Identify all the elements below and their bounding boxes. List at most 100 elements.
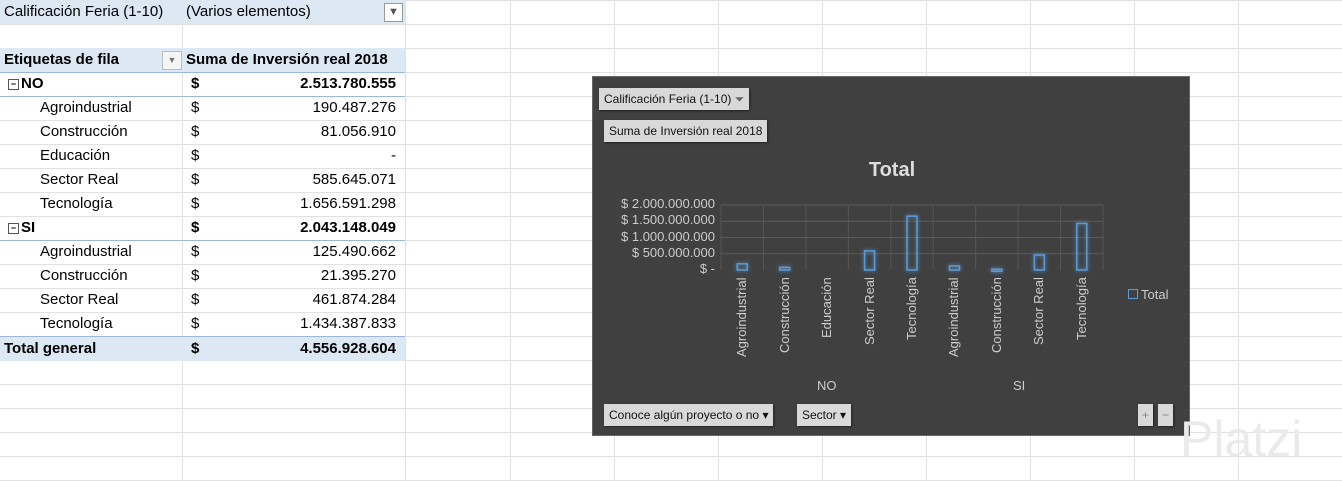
table-row: Construcción $81.056.910: [0, 120, 405, 144]
legend: Total: [1128, 287, 1168, 302]
pivot-header: Etiquetas de fila ▼ Suma de Inversión re…: [0, 48, 405, 73]
group-row: − NO $2.513.780.555: [0, 72, 405, 97]
column-gridline: [405, 0, 406, 481]
currency: $: [191, 340, 200, 357]
row-label[interactable]: − SI: [8, 216, 35, 240]
x-tick-label: Sector Real: [1031, 277, 1047, 345]
row-value: 1.656.591.298: [300, 195, 396, 212]
axis-field-label: Conoce algún proyecto o no: [609, 408, 760, 422]
x-tick-label: Tecnología: [1073, 277, 1089, 340]
group-label-no: NO: [817, 378, 837, 393]
row-label-text: Sector Real: [40, 171, 119, 188]
total-label: Total general: [4, 340, 97, 357]
bar[interactable]: [906, 215, 918, 271]
row-label[interactable]: − NO: [8, 72, 44, 96]
pivot-chart[interactable]: Calificación Feria (1-10) ⏷ Suma de Inve…: [592, 76, 1190, 436]
row-label-text: Tecnología: [40, 315, 113, 332]
platzi-watermark: Platzi: [1180, 411, 1303, 467]
group-label-si: SI: [1013, 378, 1026, 393]
table-row: Construcción $21.395.270: [0, 264, 405, 288]
row-value: 2.513.780.555: [300, 75, 396, 92]
row-label: Agroindustrial: [40, 240, 132, 264]
row-value: 81.056.910: [320, 123, 396, 140]
row-value: 190.487.276: [312, 99, 396, 116]
bar[interactable]: [1033, 254, 1046, 271]
dropdown-icon[interactable]: ▼: [162, 51, 182, 70]
table-row: Sector Real $461.874.284: [0, 288, 405, 312]
table-row: Agroindustrial $125.490.662: [0, 240, 405, 264]
column-gridline: [1238, 0, 1239, 481]
row-label-text: NO: [21, 75, 44, 92]
row-label: Sector Real: [40, 288, 118, 312]
collapse-button[interactable]: −: [1158, 404, 1174, 426]
x-tick-label: Construcción: [988, 277, 1004, 353]
legend-swatch-icon: [1128, 289, 1138, 299]
expand-button[interactable]: +: [1138, 404, 1154, 426]
x-tick-label: Sector Real: [861, 277, 877, 345]
currency: $: [191, 243, 200, 260]
group-row: − SI $2.043.148.049: [0, 216, 405, 241]
row-value: 1.434.387.833: [300, 315, 396, 332]
axis-field-button-conoce[interactable]: Conoce algún proyecto o no ▾: [604, 404, 774, 426]
collapse-icon[interactable]: −: [8, 79, 19, 90]
row-label-text: Sector Real: [40, 291, 119, 308]
row-label-text: SI: [21, 219, 36, 236]
currency: $: [191, 219, 200, 236]
axis-field-label: Sector: [802, 408, 837, 422]
y-tick-label: $ 2.000.000.000: [621, 196, 715, 211]
bar[interactable]: [948, 265, 961, 271]
row-label: Sector Real: [40, 168, 118, 192]
report-filter: Calificación Feria (1-10) (Varios elemen…: [0, 0, 405, 24]
table-row: Sector Real $585.645.071: [0, 168, 405, 192]
row-value: 585.645.071: [312, 171, 396, 188]
currency: $: [191, 195, 200, 212]
row-label: Construcción: [40, 264, 128, 288]
legend-label: Total: [1141, 287, 1169, 302]
column-gridline: [510, 0, 511, 481]
x-tick-label: Agroindustrial: [734, 277, 750, 358]
row-label-text: Construcción: [40, 267, 128, 284]
currency: $: [191, 99, 200, 116]
bar[interactable]: [778, 266, 791, 271]
row-label-text: Agroindustrial: [40, 99, 132, 116]
filter-value: (Varios elementos): [186, 3, 311, 20]
bar[interactable]: [1076, 222, 1088, 271]
collapse-icon[interactable]: −: [8, 223, 19, 234]
axis-field-button-sector[interactable]: Sector ▾: [797, 404, 852, 426]
row-label: Construcción: [40, 120, 128, 144]
row-value: 21.395.270: [320, 267, 396, 284]
row-label-text: Agroindustrial: [40, 243, 132, 260]
row-label: Tecnología: [40, 192, 113, 216]
y-tick-label: $ 1.500.000.000: [621, 212, 715, 228]
total-value: 4.556.928.604: [300, 340, 396, 357]
row-label-text: Educación: [40, 147, 111, 164]
table-row: Tecnología $1.656.591.298: [0, 192, 405, 216]
values-header: Suma de Inversión real 2018: [186, 51, 388, 68]
x-tick-label: Educación: [819, 277, 835, 338]
row-label-text: Construcción: [40, 123, 128, 140]
table-row: Educación $ -: [0, 144, 405, 168]
filter-icon[interactable]: ▼: [384, 3, 403, 22]
currency: $: [191, 267, 200, 284]
currency: $: [191, 123, 200, 140]
x-tick-label: Tecnología: [904, 277, 919, 340]
bar[interactable]: [736, 263, 748, 271]
row-label: Tecnología: [40, 312, 113, 336]
row-labels-header: Etiquetas de fila: [4, 51, 120, 68]
row-value: 125.490.662: [312, 243, 396, 260]
currency: $: [191, 147, 200, 164]
currency: $: [191, 75, 200, 92]
bar[interactable]: [991, 268, 1003, 273]
row-value: 461.874.284: [312, 291, 396, 308]
y-tick-label: $ -: [699, 261, 715, 276]
y-tick-label: $ 1.000.000.000: [621, 228, 715, 244]
row-value: 2.043.148.049: [300, 219, 396, 236]
table-row: Tecnología $1.434.387.833: [0, 312, 405, 336]
row-label: Agroindustrial: [40, 96, 132, 120]
row-label-text: Tecnología: [40, 195, 113, 212]
currency: $: [191, 291, 200, 308]
filter-label: Calificación Feria (1-10): [4, 3, 164, 20]
row-value: -: [391, 147, 396, 164]
x-tick-label: Construcción: [776, 277, 792, 353]
currency: $: [191, 171, 200, 188]
